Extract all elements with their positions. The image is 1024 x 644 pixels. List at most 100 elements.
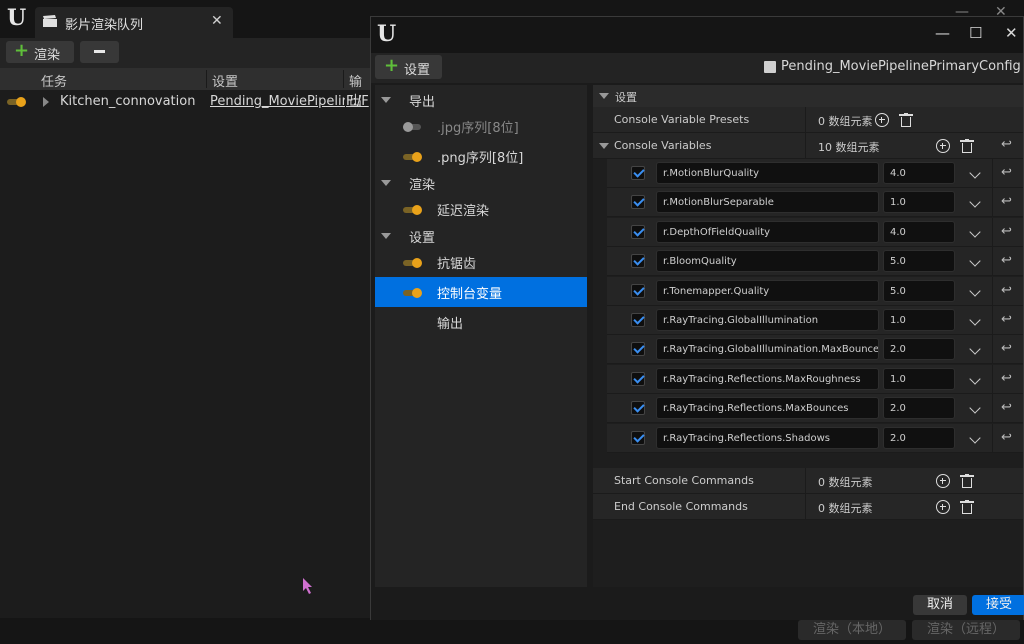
reset-arrow-icon[interactable]: ↩ [1001,283,1012,298]
cvar-enabled-checkbox[interactable] [631,342,645,357]
chevron-down-icon[interactable] [969,431,981,444]
chevron-down-icon[interactable] [969,314,981,326]
render-add-button[interactable]: + 渲染 [6,40,74,63]
antialiasing-enable-toggle[interactable] [403,258,423,268]
console-variables-count: 10 数组元素 [818,141,880,154]
chevron-down-icon[interactable] [969,196,981,209]
cvar-enabled-checkbox[interactable] [631,283,645,298]
job-settings-link[interactable]: Pending_MoviePipelinePr [210,94,345,109]
tree-item-jpg[interactable]: .jpg序列[8位] [375,111,587,141]
trash-icon[interactable] [960,500,974,514]
add-element-icon[interactable] [936,139,950,153]
tree-label: 渲染 [409,178,436,193]
add-element-icon[interactable] [936,474,950,488]
cvar-enabled-checkbox[interactable] [631,313,645,327]
cvar-name-input[interactable]: r.RayTracing.Reflections.MaxBounces [656,397,879,420]
collapse-arrow-icon[interactable] [381,97,391,103]
accept-button[interactable]: 接受 [972,595,1024,615]
tree-item-console-variables[interactable]: 控制台变量 [375,277,587,307]
chevron-down-icon[interactable] [969,284,981,297]
reset-arrow-icon[interactable]: ↩ [1001,400,1012,415]
trash-icon[interactable] [960,139,974,153]
trash-icon[interactable] [960,474,974,488]
job-row[interactable]: Kitchen_connovation Pending_MoviePipelin… [0,91,372,113]
reset-arrow-icon[interactable]: ↩ [1001,341,1012,356]
deferred-enable-toggle[interactable] [403,205,423,215]
cvar-enabled-checkbox[interactable] [631,254,645,269]
add-element-icon[interactable] [875,113,889,127]
job-enable-toggle[interactable] [7,97,27,107]
reset-arrow-icon[interactable]: ↩ [1001,312,1012,327]
column-settings[interactable]: 设置 [212,71,238,90]
expand-arrow-icon[interactable] [43,97,49,107]
tree-item-output[interactable]: 输出 [375,307,587,337]
chevron-down-icon[interactable] [969,402,981,414]
tree-item-png[interactable]: .png序列[8位] [375,141,587,171]
jpg-enable-toggle[interactable] [403,122,423,132]
chevron-down-icon[interactable] [969,167,981,179]
reset-arrow-icon[interactable]: ↩ [1001,371,1012,386]
cancel-button[interactable]: 取消 [913,595,967,615]
collapse-arrow-icon[interactable] [599,143,609,149]
reset-arrow-icon[interactable]: ↩ [1001,224,1012,239]
reset-arrow-icon[interactable]: ↩ [1001,137,1012,152]
cvar-enabled-checkbox[interactable] [631,401,645,416]
add-element-icon[interactable] [936,500,950,514]
maximize-icon[interactable]: ☐ [969,24,982,42]
cvar-value-input[interactable]: 4.0 [883,162,955,184]
cvar-value-input[interactable]: 1.0 [883,367,955,390]
chevron-down-icon[interactable] [969,373,981,385]
console-variables-enable-toggle[interactable] [403,288,423,298]
cvar-enabled-checkbox[interactable] [631,195,645,210]
cvar-enabled-checkbox[interactable] [631,224,645,239]
add-setting-button[interactable]: + 设置 [375,55,442,79]
chevron-down-icon[interactable] [969,226,981,238]
collapse-arrow-icon[interactable] [381,180,391,186]
cvar-value-input[interactable]: 2.0 [883,397,955,420]
reset-arrow-icon[interactable]: ↩ [1001,253,1012,268]
cvar-value-input[interactable]: 2.0 [883,426,955,449]
column-job[interactable]: 任务 [41,71,67,90]
cvar-value-input[interactable]: 5.0 [883,279,955,302]
tree-item-antialiasing[interactable]: 抗锯齿 [375,247,587,277]
cvar-enabled-checkbox[interactable] [631,430,645,445]
cvar-name-input[interactable]: r.RayTracing.GlobalIllumination.MaxBounc… [656,338,879,361]
cvar-name-input[interactable]: r.MotionBlurSeparable [656,191,879,214]
cvar-name-input[interactable]: r.Tonemapper.Quality [656,279,879,302]
trash-icon[interactable] [899,113,913,127]
section-header[interactable]: 设置 [593,85,1023,107]
render-local-button[interactable]: 渲染（本地） [798,620,906,640]
reset-arrow-icon[interactable]: ↩ [1001,430,1012,445]
collapse-arrow-icon[interactable] [599,93,609,99]
cvar-enabled-checkbox[interactable] [631,166,645,180]
cvar-value-input[interactable]: 2.0 [883,338,955,361]
png-enable-toggle[interactable] [403,152,423,162]
cvar-value-input[interactable]: 1.0 [883,309,955,331]
cvar-name-input[interactable]: r.DepthOfFieldQuality [656,220,879,243]
cvar-enabled-checkbox[interactable] [631,371,645,386]
cvar-name-input[interactable]: r.RayTracing.GlobalIllumination [656,309,879,331]
render-remote-button[interactable]: 渲染（远程） [912,620,1020,640]
reset-arrow-icon[interactable]: ↩ [1001,194,1012,209]
job-name: Kitchen_connovation [60,94,196,109]
cvar-name-input[interactable]: r.RayTracing.Reflections.MaxRoughness [656,367,879,390]
job-output-link[interactable]: F:/F [346,94,369,109]
tree-item-deferred[interactable]: 延迟渲染 [375,194,587,224]
cvar-value-input[interactable]: 5.0 [883,250,955,273]
job-list-header: 任务 设置 输出 [0,68,372,109]
minimize-icon[interactable]: — [935,24,950,42]
tab-movie-render-queue[interactable]: 影片渲染队列 ✕ [35,7,233,38]
reset-arrow-icon[interactable]: ↩ [1001,165,1012,180]
remove-job-button[interactable] [80,41,119,63]
chevron-down-icon[interactable] [969,343,981,356]
collapse-arrow-icon[interactable] [381,233,391,239]
cvar-value-input[interactable]: 4.0 [883,220,955,243]
cvar-name-input[interactable]: r.RayTracing.Reflections.Shadows [656,426,879,449]
close-dialog-icon[interactable]: ✕ [1005,24,1018,42]
close-tab-icon[interactable]: ✕ [211,13,223,29]
cvar-name-input[interactable]: r.MotionBlurQuality [656,162,879,184]
cvar-name-input[interactable]: r.BloomQuality [656,250,879,273]
chevron-down-icon[interactable] [969,255,981,267]
cvar-value-input[interactable]: 1.0 [883,191,955,214]
console-variable-row: r.Tonemapper.Quality 5.0 ↩ [607,276,1023,306]
